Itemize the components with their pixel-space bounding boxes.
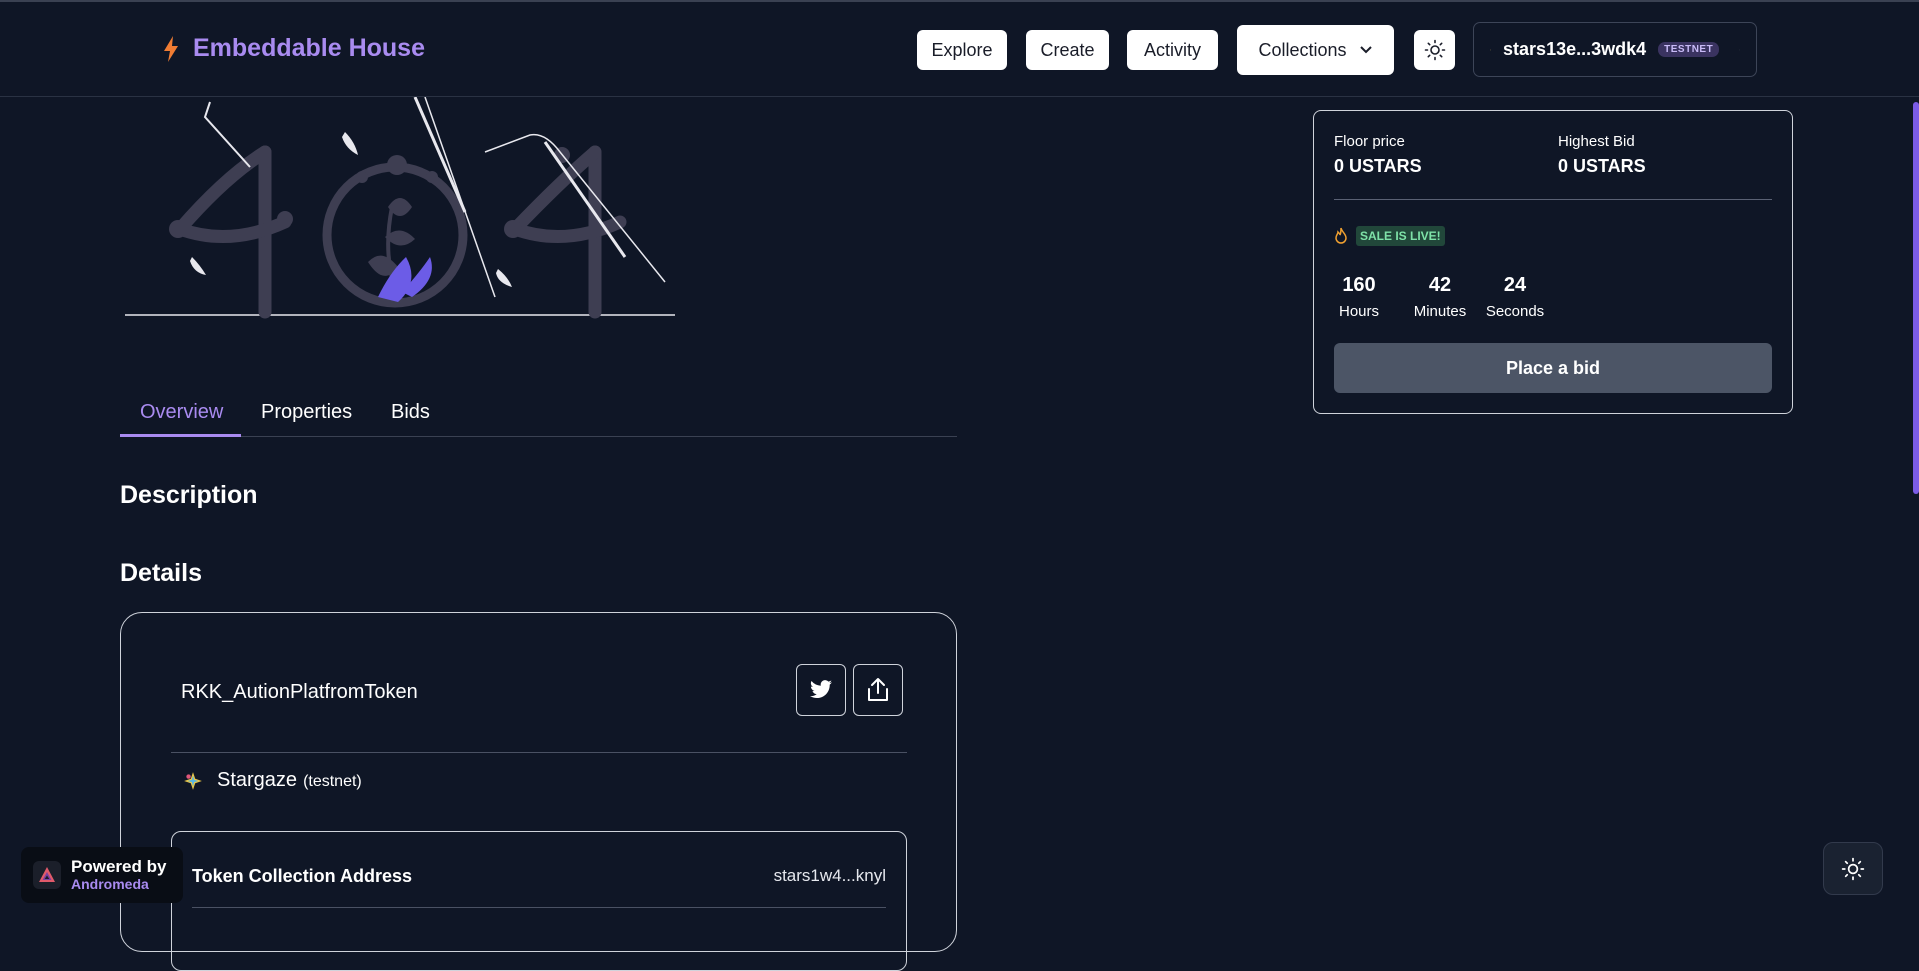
floor-price-value: 0 USTARS: [1334, 156, 1422, 177]
chain-network: (testnet): [303, 773, 362, 790]
timer-seconds-value: 24: [1485, 274, 1545, 297]
timer-minutes: 42 Minutes: [1410, 274, 1470, 320]
fire-icon: [1334, 227, 1348, 245]
powered-by-name: Andromeda: [71, 876, 166, 892]
collection-address-label: Token Collection Address: [192, 866, 412, 887]
scrollbar-thumb[interactable]: [1913, 102, 1919, 494]
collections-dropdown[interactable]: Collections: [1237, 25, 1394, 75]
site-header: Embeddable House Explore Create Activity…: [0, 2, 1919, 97]
powered-by-text: Powered by: [71, 858, 166, 876]
share-twitter-button[interactable]: [796, 664, 846, 716]
timer-hours: 160 Hours: [1334, 274, 1384, 320]
highest-bid-value: 0 USTARS: [1558, 156, 1646, 177]
brand[interactable]: Embeddable House: [163, 34, 425, 63]
place-bid-button[interactable]: Place a bid: [1334, 343, 1772, 393]
chevron-down-icon: [1739, 45, 1740, 55]
not-found-illustration: [120, 97, 680, 327]
chain-info: Stargaze (testnet): [183, 769, 362, 792]
detail-tabs: Overview Properties Bids: [120, 393, 957, 437]
tab-properties[interactable]: Properties: [261, 401, 352, 424]
tab-bids[interactable]: Bids: [391, 401, 430, 424]
twitter-icon: [809, 680, 833, 700]
timer-minutes-value: 42: [1410, 274, 1470, 297]
highest-bid-label: Highest Bid: [1558, 133, 1635, 150]
share-icon: [866, 677, 890, 703]
network-badge: TESTNET: [1658, 42, 1719, 57]
timer-seconds: 24 Seconds: [1485, 274, 1545, 320]
token-name: RKK_AutionPlatfromToken: [181, 681, 418, 704]
floating-theme-toggle[interactable]: [1823, 842, 1883, 895]
brand-name: Embeddable House: [193, 34, 425, 63]
andromeda-logo: [33, 861, 61, 889]
timer-minutes-label: Minutes: [1410, 303, 1470, 320]
timer-seconds-label: Seconds: [1485, 303, 1545, 320]
description-heading: Description: [120, 481, 258, 510]
divider: [192, 907, 886, 908]
sun-icon: [1841, 857, 1865, 881]
stargaze-icon: [183, 771, 203, 791]
active-tab-indicator: [120, 434, 241, 437]
sale-status: SALE IS LIVE!: [1334, 226, 1445, 246]
timer-hours-value: 160: [1334, 274, 1384, 297]
wallet-address: stars13e...3wdk4: [1503, 39, 1646, 60]
wallet-button[interactable]: stars13e...3wdk4 TESTNET: [1473, 22, 1757, 77]
sale-card: Floor price 0 USTARS Highest Bid 0 USTAR…: [1313, 110, 1793, 414]
chevron-down-icon: [1359, 45, 1373, 55]
bolt-icon: [163, 36, 179, 62]
activity-button[interactable]: Activity: [1127, 30, 1218, 70]
explore-button[interactable]: Explore: [917, 30, 1007, 70]
floor-price-label: Floor price: [1334, 133, 1405, 150]
tab-overview[interactable]: Overview: [140, 401, 223, 424]
sun-icon: [1424, 39, 1446, 61]
stargaze-icon: [1490, 41, 1491, 59]
divider: [1334, 199, 1772, 200]
powered-by-badge[interactable]: Powered by Andromeda: [21, 847, 183, 903]
sale-live-badge: SALE IS LIVE!: [1356, 226, 1445, 246]
theme-toggle-button[interactable]: [1414, 30, 1455, 70]
share-button[interactable]: [853, 664, 903, 716]
details-heading: Details: [120, 559, 202, 588]
andromeda-icon: [37, 865, 57, 885]
collection-address-value[interactable]: stars1w4...knyl: [774, 866, 886, 886]
timer-hours-label: Hours: [1334, 303, 1384, 320]
details-card: RKK_AutionPlatfromToken Stargaze (testnet…: [120, 612, 957, 952]
chain-name: Stargaze: [217, 769, 297, 791]
collection-address-card: Token Collection Address stars1w4...knyl: [171, 831, 907, 971]
divider: [171, 752, 907, 753]
create-button[interactable]: Create: [1026, 30, 1109, 70]
collections-label: Collections: [1258, 40, 1346, 61]
